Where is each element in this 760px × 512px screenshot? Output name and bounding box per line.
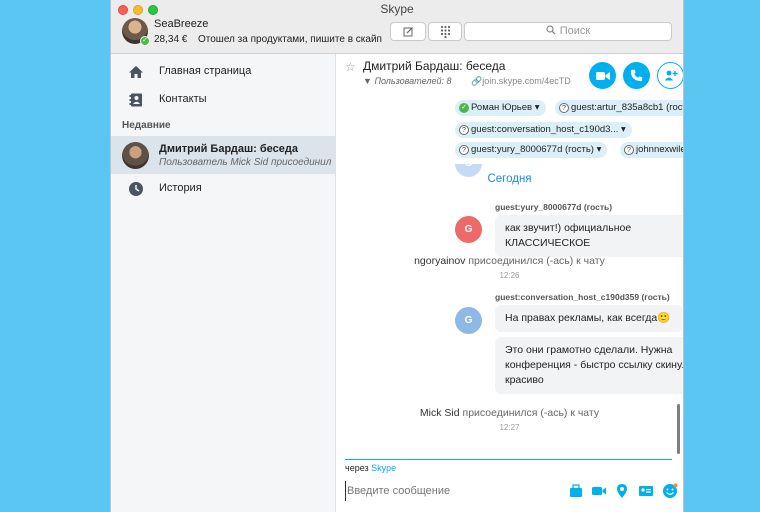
sidebar: Главная страница Контакты Недавние Дмитр…	[111, 54, 336, 512]
favorite-star-icon[interactable]: ☆	[345, 60, 356, 74]
message-avatar: G	[455, 307, 482, 334]
home-icon	[129, 66, 143, 78]
sidebar-item-history[interactable]: История	[111, 176, 335, 202]
message-scrollbar[interactable]	[677, 404, 680, 454]
triangle-down-icon: ▼	[363, 76, 372, 86]
unknown-status-icon: ?	[624, 145, 634, 155]
chat-last-message: Пользователь Mick Sid присоединился...	[159, 157, 331, 168]
clock-icon	[129, 182, 143, 196]
dialpad-icon	[440, 25, 450, 39]
location-pin-icon[interactable]	[614, 483, 630, 499]
participant-pill[interactable]: ? johnnexwile ▾	[620, 142, 683, 158]
conversation-pane: ☆ Дмитрий Бардаш: беседа ▼ Пользователей…	[336, 54, 683, 512]
smile-emoji-icon: 🙂	[657, 312, 671, 324]
send-file-icon[interactable]	[568, 483, 584, 499]
add-person-icon	[664, 70, 677, 81]
message-list[interactable]: G Сегодня guest:yury_8000677d (гость) G …	[336, 164, 683, 456]
message-bubble[interactable]: На правах рекламы, как всегда🙂	[495, 305, 683, 332]
profile-balance[interactable]: 28,34 €	[154, 34, 187, 45]
link-icon: 🔗	[471, 76, 483, 86]
system-message: ngoryainov присоединился (-ась) к чату	[414, 255, 605, 267]
message-sender: guest:conversation_host_c190d359 (гость)	[495, 292, 670, 302]
dialpad-button[interactable]	[428, 22, 462, 41]
video-message-icon[interactable]	[591, 483, 607, 499]
message-time: 12:27	[499, 423, 520, 432]
chat-title: Дмитрий Бардаш: беседа	[159, 143, 298, 155]
audio-call-button[interactable]	[623, 62, 650, 89]
participant-pill[interactable]: ? guest:conversation_host_c190d3... ▾	[455, 122, 632, 138]
composer: через Skype	[336, 458, 683, 512]
sidebar-item-label: История	[159, 182, 202, 194]
unknown-status-icon: ?	[459, 125, 469, 135]
join-link[interactable]: 🔗join.skype.com/4ecTD...	[471, 76, 571, 87]
title-bar: Skype ✓ SeaBreeze 28,34 € Отошел за прод…	[111, 0, 683, 54]
contact-card-icon[interactable]	[638, 483, 654, 499]
contacts-icon	[129, 93, 142, 107]
message-bubble[interactable]: как звучит!) официальное КЛАССИЧЕСКОЕ	[495, 215, 683, 257]
chat-avatar	[122, 142, 149, 169]
composer-divider	[345, 459, 672, 460]
participant-pill[interactable]: ? guest:artur_835a8cb1 (гость) ▾	[555, 100, 683, 116]
participant-pill[interactable]: ✓ Роман Юрьев ▾	[455, 100, 546, 116]
video-camera-icon	[595, 72, 610, 80]
participant-pill[interactable]: ? guest:yury_8000677d (гость) ▾	[455, 142, 608, 158]
profile-name[interactable]: SeaBreeze	[154, 18, 208, 30]
search-field[interactable]: Поиск	[464, 22, 672, 41]
participants-count[interactable]: ▼ Пользователей: 8	[363, 76, 451, 86]
skype-window: Skype ✓ SeaBreeze 28,34 € Отошел за прод…	[110, 0, 684, 512]
sidebar-item-label: Контакты	[159, 93, 207, 105]
unknown-status-icon: ?	[559, 103, 569, 113]
online-check-icon: ✓	[459, 103, 469, 113]
via-label: через Skype	[345, 463, 397, 473]
chevron-down-icon: ▾	[596, 144, 602, 155]
conversation-title[interactable]: Дмитрий Бардаш: беседа	[363, 59, 505, 73]
chevron-down-icon: ▾	[621, 124, 626, 135]
window-title: Skype	[380, 2, 414, 16]
recent-chat-item[interactable]: Дмитрий Бардаш: беседа Пользователь Mick…	[111, 136, 335, 174]
compose-button[interactable]	[390, 22, 426, 41]
recent-section-label: Недавние	[122, 120, 171, 131]
emoticon-icon[interactable]	[662, 483, 678, 499]
chevron-down-icon: ▾	[534, 102, 540, 113]
compose-icon	[403, 27, 413, 37]
phone-icon	[630, 69, 643, 82]
message-bubble[interactable]: Это они грамотно сделали. Нужна конферен…	[495, 337, 683, 394]
video-call-button[interactable]	[589, 62, 616, 89]
system-message: Mick Sid присоединился (-ась) к чату	[419, 407, 600, 419]
sidebar-item-label: Главная страница	[159, 65, 252, 77]
unknown-status-icon: ?	[459, 145, 469, 155]
search-icon	[546, 25, 556, 35]
message-avatar: G	[455, 216, 482, 243]
message-input[interactable]	[345, 481, 549, 501]
message-sender: guest:yury_8000677d (гость)	[495, 202, 613, 212]
search-placeholder: Поиск	[559, 25, 591, 37]
date-separator: Сегодня	[487, 173, 532, 185]
profile-mood[interactable]: Отошел за продуктами, пишите в скайп	[198, 34, 382, 45]
sidebar-item-home[interactable]: Главная страница	[111, 59, 335, 85]
sidebar-item-contacts[interactable]: Контакты	[111, 87, 335, 113]
message-time: 12:26	[499, 271, 520, 280]
online-status-icon: ✓	[140, 36, 150, 46]
add-participant-button[interactable]	[657, 62, 683, 89]
